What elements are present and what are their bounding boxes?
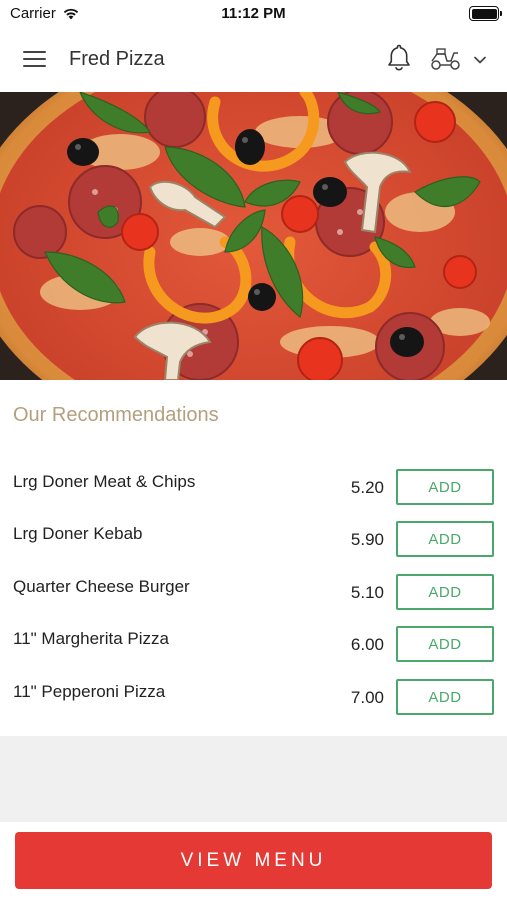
- item-price: 5.20: [350, 478, 384, 497]
- view-menu-button[interactable]: VIEW MENU: [15, 832, 492, 889]
- item-name: Lrg Doner Kebab: [13, 524, 143, 543]
- pizza-illustration: [0, 92, 507, 380]
- battery-icon: [469, 6, 502, 21]
- item-name: 11" Margherita Pizza: [13, 629, 169, 648]
- item-name: Lrg Doner Meat & Chips: [13, 472, 196, 491]
- list-item: Lrg Doner Kebab 5.90 ADD: [0, 514, 507, 566]
- hero-pizza-image: [0, 92, 507, 380]
- scooter-icon: [431, 48, 460, 70]
- chevron-down-icon: [474, 56, 486, 64]
- add-button[interactable]: ADD: [396, 574, 494, 610]
- status-bar: Carrier 11:12 PM: [0, 0, 507, 28]
- item-price: 5.10: [350, 583, 384, 602]
- bell-icon: [388, 44, 410, 71]
- hamburger-menu-icon: [23, 51, 46, 53]
- delivery-mode-dropdown[interactable]: [470, 50, 490, 70]
- hamburger-line: [23, 58, 46, 60]
- list-item: Lrg Doner Meat & Chips 5.20 ADD: [0, 462, 507, 514]
- add-button[interactable]: ADD: [396, 626, 494, 662]
- recommendations-title: Our Recommendations: [13, 404, 219, 426]
- item-price: 7.00: [350, 688, 384, 707]
- hamburger-menu-button[interactable]: [20, 46, 50, 72]
- add-button[interactable]: ADD: [396, 679, 494, 715]
- status-time: 11:12 PM: [221, 5, 286, 22]
- list-item: 11" Pepperoni Pizza 7.00 ADD: [0, 672, 507, 724]
- empty-spacer: [0, 736, 507, 822]
- hamburger-line: [23, 65, 46, 67]
- list-item: 11" Margherita Pizza 6.00 ADD: [0, 619, 507, 671]
- delivery-mode-button[interactable]: [428, 45, 464, 73]
- footer: VIEW MENU: [0, 822, 507, 900]
- app-screen: Carrier 11:12 PM Fred Pizza Our Recommen…: [0, 0, 507, 900]
- item-name: Quarter Cheese Burger: [13, 577, 190, 596]
- item-name: 11" Pepperoni Pizza: [13, 682, 166, 701]
- notifications-button[interactable]: [383, 42, 415, 74]
- add-button[interactable]: ADD: [396, 469, 494, 505]
- recommendations-section: Our Recommendations Lrg Doner Meat & Chi…: [0, 380, 507, 736]
- item-price: 6.00: [350, 635, 384, 654]
- list-item: Quarter Cheese Burger 5.10 ADD: [0, 567, 507, 619]
- page-title: Fred Pizza: [69, 48, 165, 70]
- item-price: 5.90: [350, 530, 384, 549]
- add-button[interactable]: ADD: [396, 521, 494, 557]
- app-header: Fred Pizza: [0, 28, 507, 92]
